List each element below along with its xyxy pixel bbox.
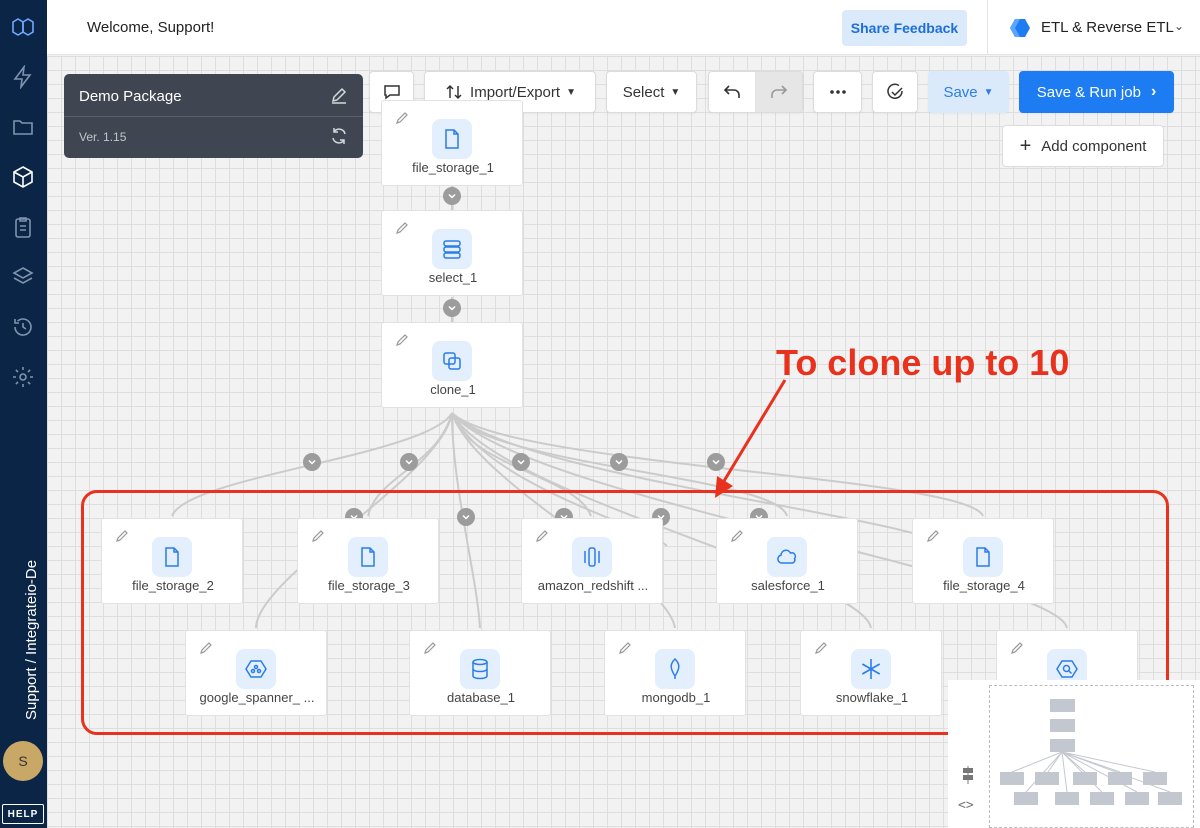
- node-label: file_storage_1: [412, 160, 494, 175]
- clone-icon: [432, 341, 472, 381]
- undo-icon: [723, 85, 740, 98]
- check-circle-icon: [887, 83, 903, 99]
- clipboard-icon[interactable]: [8, 212, 38, 242]
- avatar[interactable]: S: [3, 741, 43, 781]
- arrows-updown-icon: [446, 84, 462, 100]
- package-card-divider: [64, 116, 363, 117]
- minimap-node: [1035, 772, 1059, 785]
- lightning-icon[interactable]: [8, 62, 38, 92]
- package-card: Demo Package Ver. 1.15: [64, 74, 363, 158]
- minimap-node: [1143, 772, 1167, 785]
- chevron-down-icon: ▼: [983, 86, 994, 98]
- collapse-toggle[interactable]: [303, 453, 321, 471]
- chevron-right-icon: ›: [1150, 83, 1157, 100]
- save-label: Save: [943, 83, 978, 101]
- chevron-down-icon[interactable]: ⌄: [1174, 19, 1184, 33]
- chevron-down-icon: ▼: [670, 86, 681, 98]
- chevron-down-icon: ▼: [566, 86, 576, 98]
- collapse-toggle[interactable]: [400, 453, 418, 471]
- sidebar: Support / Integrateio-De S HELP: [0, 0, 47, 828]
- minimap-node: [1000, 772, 1024, 785]
- minimap-layout-icon[interactable]: [959, 766, 977, 784]
- workspace-path: Support / Integrateio-De: [23, 559, 40, 720]
- save-run-label: Save & Run job: [1036, 83, 1141, 101]
- select-label: Select: [622, 83, 665, 101]
- redo-icon: [770, 85, 787, 98]
- header-divider: [987, 0, 988, 55]
- validate-button[interactable]: [872, 71, 918, 113]
- sync-icon[interactable]: [329, 126, 349, 146]
- minimap-viewport: [989, 685, 1194, 828]
- collapse-toggle[interactable]: [512, 453, 530, 471]
- package-version: Ver. 1.15: [79, 130, 127, 144]
- code-view-icon[interactable]: <>: [958, 798, 974, 813]
- collapse-toggle[interactable]: [443, 187, 461, 205]
- edit-icon[interactable]: [394, 110, 410, 126]
- node-label: select_1: [428, 270, 478, 285]
- minimap-node: [1158, 792, 1182, 805]
- layers-icon[interactable]: [8, 262, 38, 292]
- collapse-toggle[interactable]: [443, 299, 461, 317]
- minimap-node: [1090, 792, 1114, 805]
- pipeline-canvas[interactable]: Demo Package Ver. 1.15 Import/Export ▼ S…: [47, 56, 1200, 828]
- annotation-arrow: [715, 379, 787, 498]
- collapse-toggle[interactable]: [610, 453, 628, 471]
- annotation-text: To clone up to 10: [776, 342, 1070, 383]
- redo-button[interactable]: [755, 72, 802, 112]
- pipeline-node[interactable]: clone_1: [381, 322, 523, 408]
- pipeline-node[interactable]: select_1: [381, 210, 523, 296]
- package-name: Demo Package: [79, 88, 182, 105]
- undo-redo-group: [708, 71, 803, 113]
- etl-logo-icon: [1010, 19, 1030, 37]
- edit-icon[interactable]: [394, 332, 410, 348]
- more-dots-icon: [829, 90, 846, 94]
- welcome-text: Welcome, Support!: [87, 19, 215, 36]
- minimap-node: [1125, 792, 1149, 805]
- minimap-node: [1073, 772, 1097, 785]
- integrate-logo-icon[interactable]: [8, 12, 38, 42]
- file-icon: [432, 119, 472, 159]
- node-label: clone_1: [430, 382, 476, 397]
- package-icon[interactable]: [8, 162, 38, 192]
- minimap-node: [1014, 792, 1038, 805]
- folder-icon[interactable]: [8, 112, 38, 142]
- history-icon[interactable]: [8, 312, 38, 342]
- select-button[interactable]: Select ▼: [606, 71, 697, 113]
- edit-icon[interactable]: [394, 220, 410, 236]
- comment-icon: [383, 85, 400, 100]
- import-export-label: Import/Export: [470, 83, 561, 101]
- save-button[interactable]: Save ▼: [928, 71, 1009, 113]
- share-feedback-button[interactable]: Share Feedback: [842, 10, 967, 46]
- add-component-label: Add component: [1041, 137, 1147, 155]
- minimap[interactable]: <>: [948, 680, 1200, 828]
- edit-icon[interactable]: [329, 85, 349, 105]
- more-options-button[interactable]: [813, 71, 862, 113]
- header: Welcome, Support! Share Feedback ETL & R…: [47, 0, 1200, 55]
- help-button[interactable]: HELP: [2, 804, 44, 824]
- select-icon: [432, 229, 472, 269]
- plus-icon: +: [1019, 134, 1032, 157]
- save-run-job-button[interactable]: Save & Run job ›: [1019, 71, 1174, 113]
- minimap-node: [1055, 792, 1079, 805]
- add-component-button[interactable]: + Add component: [1002, 125, 1164, 167]
- undo-button[interactable]: [709, 72, 755, 112]
- pipeline-node[interactable]: file_storage_1: [381, 100, 523, 186]
- product-switcher[interactable]: ETL & Reverse ETL: [1041, 19, 1174, 36]
- minimap-node: [1108, 772, 1132, 785]
- minimap-edges: [1011, 751, 1171, 793]
- settings-icon[interactable]: [8, 362, 38, 392]
